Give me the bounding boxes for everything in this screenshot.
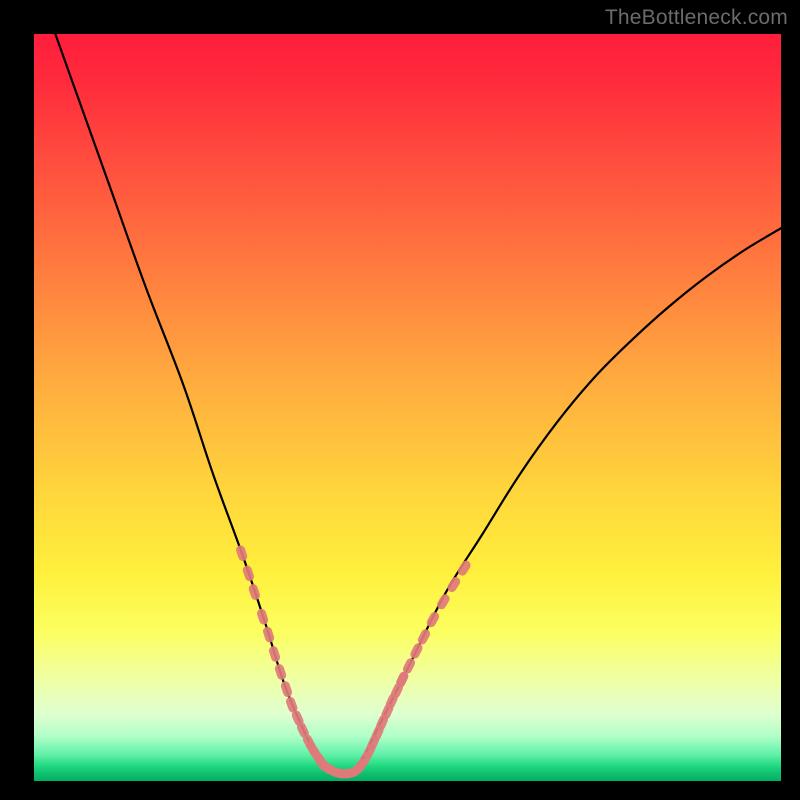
marker-dot	[446, 575, 462, 593]
marker-dot	[242, 564, 256, 582]
chart-overlay	[34, 34, 781, 781]
marker-dot	[280, 680, 294, 698]
plot-area	[34, 34, 781, 781]
marker-dot	[256, 608, 270, 626]
marker-dot	[268, 645, 281, 663]
marker-dots	[235, 544, 472, 779]
marker-dot	[416, 628, 431, 646]
watermark-text: TheBottleneck.com	[605, 6, 788, 30]
marker-dot	[409, 642, 424, 660]
outer-frame: TheBottleneck.com	[0, 0, 800, 800]
marker-dot	[274, 663, 288, 681]
marker-dot	[262, 626, 275, 644]
marker-dot	[456, 559, 472, 577]
marker-dot	[248, 583, 262, 601]
marker-dot	[235, 544, 249, 562]
